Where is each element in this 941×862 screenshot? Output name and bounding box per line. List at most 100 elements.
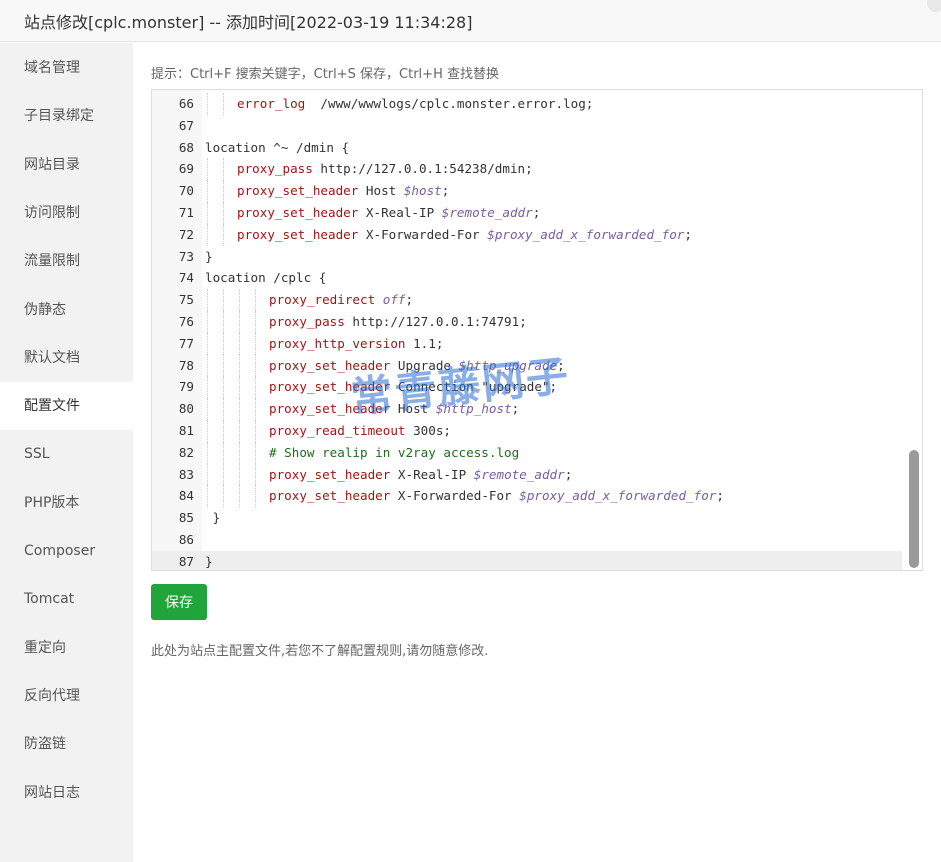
save-button[interactable]: 保存 [151, 584, 207, 620]
indent-guide [223, 376, 224, 399]
indent-guide [255, 376, 256, 399]
indent-guide [223, 158, 224, 181]
indent-guide [207, 310, 208, 333]
line-number: 74 [178, 270, 194, 286]
indent-guide [239, 398, 240, 420]
indent-guide [223, 310, 224, 333]
sidebar-item[interactable]: 域名管理 [0, 44, 133, 92]
sidebar-item[interactable]: 伪静态 [0, 286, 133, 334]
scrollbar-thumb[interactable] [909, 450, 919, 568]
sidebar-item[interactable]: 网站日志 [0, 769, 133, 817]
code-line[interactable]: 76 proxy_pass http://127.0.0.1:74791; [152, 310, 902, 333]
indent-guide [223, 201, 224, 224]
sidebar-item[interactable]: PHP版本 [0, 479, 133, 527]
indent-guide [207, 180, 208, 202]
indent-guide [223, 289, 224, 311]
indent-guide [223, 93, 224, 115]
code-line[interactable]: 72 proxy_set_header X-Forwarded-For $prox… [152, 223, 902, 246]
code-line[interactable]: 87} [152, 550, 902, 570]
indent-guide [207, 419, 208, 442]
code-line[interactable]: 81 proxy_read_timeout 300s; [152, 419, 902, 442]
line-number: 87 [178, 553, 194, 569]
code-text: proxy_set_header Host $http_host; [269, 401, 520, 417]
code-text: proxy_set_header Upgrade $http_upgrade; [269, 357, 565, 373]
sidebar-item[interactable]: 访问限制 [0, 189, 133, 237]
line-number: 68 [178, 139, 194, 155]
code-text: proxy_set_header X-Real-IP $remote_addr; [237, 204, 541, 220]
indent-guide [207, 463, 208, 486]
code-text: proxy_set_header X-Forwarded-For $proxy_… [269, 488, 724, 504]
indent-guide [207, 485, 208, 508]
code-line[interactable]: 69 proxy_pass http://127.0.0.1:54238/dmin… [152, 158, 902, 181]
line-number: 81 [178, 422, 194, 438]
code-text: } [205, 510, 221, 526]
code-line[interactable]: 68 location ^~ /dmin { [152, 137, 902, 159]
code-line[interactable]: 86 [152, 529, 902, 551]
line-number: 84 [178, 488, 194, 504]
indent-guide [223, 354, 224, 377]
window-titlebar: 站点修改[cplc.monster] -- 添加时间[2022-03-19 11… [0, 0, 941, 42]
shortcut-hint: 提示：Ctrl+F 搜索关键字，Ctrl+S 保存，Ctrl+H 查找替换 [151, 67, 499, 82]
indent-guide [223, 485, 224, 508]
code-line[interactable]: 78 proxy_set_header Upgrade $http_upgrade… [152, 354, 902, 377]
code-line[interactable]: 75 proxy_redirect off; [152, 289, 902, 311]
line-number: 82 [178, 444, 194, 460]
sidebar-item[interactable]: 反向代理 [0, 672, 133, 720]
code-line[interactable]: 73} [152, 246, 902, 268]
indent-guide [223, 332, 224, 355]
indent-guide [255, 398, 256, 420]
code-line[interactable]: 85 } [152, 507, 902, 529]
code-text: proxy_set_header Host $host; [237, 183, 450, 199]
sidebar-item[interactable]: Composer [0, 527, 133, 575]
code-text: } [205, 248, 213, 264]
editor-scrollbar[interactable] [904, 90, 922, 570]
sidebar-item[interactable]: 网站目录 [0, 141, 133, 189]
sidebar-item[interactable]: 配置文件 [0, 382, 133, 431]
code-line[interactable]: 82 # Show realip in v2ray access.log [152, 441, 902, 464]
indent-guide [207, 289, 208, 311]
line-number: 70 [178, 183, 194, 199]
code-text: location ^~ /dmin { [205, 139, 350, 155]
line-number: 69 [178, 161, 194, 177]
sidebar-item[interactable]: 流量限制 [0, 237, 133, 285]
line-number: 76 [178, 313, 194, 329]
code-line[interactable]: 80 proxy_set_header Host $http_host; [152, 398, 902, 420]
code-line[interactable]: 77 proxy_http_version 1.1; [152, 332, 902, 355]
close-icon[interactable] [927, 0, 941, 12]
sidebar-item[interactable]: 子目录绑定 [0, 92, 133, 140]
code-area[interactable]: 66 error_log /www/wwwlogs/cplc.monster.er… [152, 93, 902, 570]
sidebar: 域名管理 子目录绑定 网站目录 访问限制 流量限制 伪静态 默认文档 配置文件 SSL PHP版本… [0, 43, 133, 862]
sidebar-item[interactable]: 默认文档 [0, 334, 133, 382]
code-text: # Show realip in v2ray access.log [269, 444, 520, 460]
indent-guide [255, 419, 256, 442]
indent-guide [223, 419, 224, 442]
indent-guide [239, 332, 240, 355]
code-text: proxy_set_header X-Real-IP $remote_addr; [269, 466, 573, 482]
indent-guide [239, 354, 240, 377]
sidebar-item[interactable]: 重定向 [0, 624, 133, 672]
code-line[interactable]: 66 error_log /www/wwwlogs/cplc.monster.er… [152, 93, 902, 115]
code-line[interactable]: 71 proxy_set_header X-Real-IP $remote_add… [152, 201, 902, 224]
code-line[interactable]: 70 proxy_set_header Host $host; [152, 180, 902, 202]
code-line[interactable]: 74 location /cplc { [152, 267, 902, 289]
config-editor[interactable]: 66 error_log /www/wwwlogs/cplc.monster.er… [151, 89, 923, 571]
code-text: error_log /www/wwwlogs/cplc.monster.erro… [237, 96, 594, 111]
code-line[interactable]: 83 proxy_set_header X-Real-IP $remote_add… [152, 463, 902, 486]
line-number: 72 [178, 226, 194, 242]
indent-guide [255, 332, 256, 355]
indent-guide [223, 180, 224, 202]
code-text: location /cplc { [205, 270, 327, 286]
indent-guide [239, 463, 240, 486]
indent-guide [239, 419, 240, 442]
indent-guide [223, 441, 224, 464]
sidebar-item[interactable]: Tomcat [0, 575, 133, 623]
sidebar-item[interactable]: 防盗链 [0, 720, 133, 768]
sidebar-item[interactable]: SSL [0, 430, 133, 478]
line-number: 83 [178, 466, 194, 482]
code-text: proxy_read_timeout 300s; [269, 422, 451, 438]
code-line[interactable]: 67 [152, 115, 902, 137]
code-text: proxy_pass http://127.0.0.1:54238/dmin; [237, 161, 533, 177]
code-line[interactable]: 84 proxy_set_header X-Forwarded-For $prox… [152, 485, 902, 508]
code-text: proxy_set_header Connection "upgrade"; [269, 379, 558, 395]
code-line[interactable]: 79 proxy_set_header Connection "upgrade"; [152, 376, 902, 399]
